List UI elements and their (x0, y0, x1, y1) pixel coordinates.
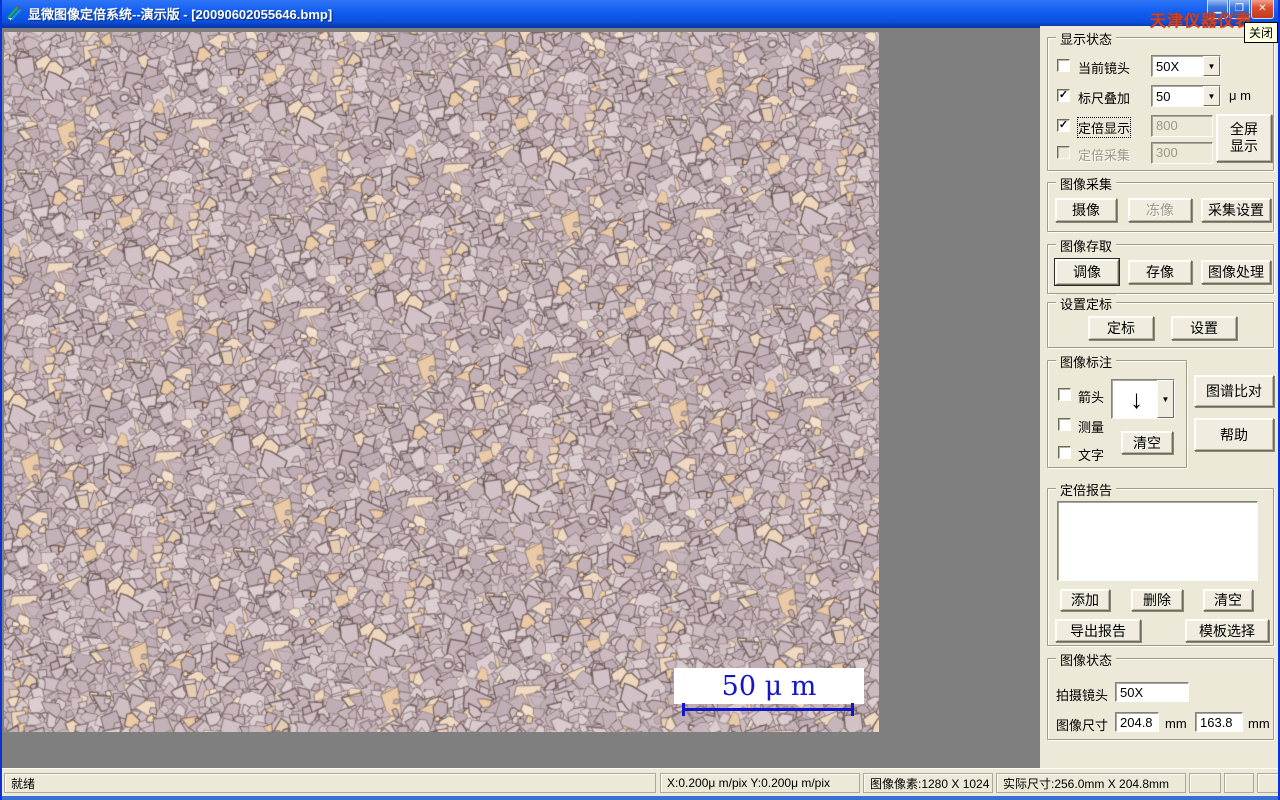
scalebar-tick-right (851, 703, 854, 716)
capture-settings-button[interactable]: 采集设置 (1201, 198, 1271, 222)
status-bar: 就绪 X:0.200μ m/pix Y:0.200μ m/pix 图像像素:12… (2, 768, 1278, 796)
label-current-lens: 当前镜头 (1078, 61, 1131, 76)
freeze-button: 冻像 (1128, 198, 1192, 222)
group-image-status-title: 图像状态 (1056, 650, 1117, 669)
checkbox-arrow[interactable] (1058, 388, 1071, 401)
vendor-watermark: 天津仪器仪表 (1150, 13, 1253, 30)
label-width-unit: mm (1165, 716, 1187, 731)
status-empty-1 (1189, 773, 1221, 793)
status-image-pixels: 图像像素:1280 X 1024 (863, 773, 993, 793)
group-display-status: 显示状态 当前镜头 50X ▼ 标尺叠加 50 ▼ μ m 定倍显示 800 定… (1047, 29, 1274, 171)
group-report: 定倍报告 添加 删除 清空 导出报告 模板选择 (1047, 480, 1274, 646)
label-fixed-capture: 定倍采集 (1078, 148, 1131, 163)
control-panel: 显示状态 当前镜头 50X ▼ 标尺叠加 50 ▼ μ m 定倍显示 800 定… (1040, 26, 1278, 768)
scalebar-label-box: 50 μ m (674, 668, 864, 704)
checkbox-text[interactable] (1058, 446, 1071, 459)
atlas-compare-button[interactable]: 图谱比对 (1194, 375, 1274, 407)
label-fixed-display: 定倍显示 (1076, 117, 1132, 138)
checkbox-fixed-capture (1057, 146, 1070, 159)
export-report-button[interactable]: 导出报告 (1055, 619, 1141, 642)
label-image-size: 图像尺寸 (1056, 718, 1109, 733)
chevron-down-icon[interactable]: ▼ (1203, 56, 1220, 76)
report-delete-button[interactable]: 删除 (1131, 589, 1183, 611)
status-empty-2 (1224, 773, 1254, 793)
group-report-title: 定倍报告 (1056, 480, 1117, 499)
status-scale-xy: X:0.200μ m/pix Y:0.200μ m/pix (660, 773, 860, 793)
title-bar: 显微图像定倍系统--演示版 - [20090602055646.bmp] ▁ ❐… (2, 0, 1278, 26)
report-clear-button[interactable]: 清空 (1203, 589, 1253, 611)
window-title: 显微图像定倍系统--演示版 - [20090602055646.bmp] (28, 6, 333, 22)
scalebar-line (682, 708, 854, 711)
window-bottom-border (2, 796, 1278, 800)
combo-ruler-value[interactable]: 50 ▼ (1151, 85, 1221, 107)
chevron-down-icon[interactable]: ▼ (1157, 380, 1174, 418)
input-image-width: 204.8 (1115, 712, 1159, 732)
group-display-status-title: 显示状态 (1056, 29, 1117, 48)
status-empty-3 (1257, 773, 1278, 793)
input-shoot-lens: 50X (1115, 682, 1189, 702)
checkbox-fixed-display[interactable] (1057, 119, 1070, 132)
group-annotation-title: 图像标注 (1056, 352, 1117, 371)
scalebar-label: 50 μ m (721, 670, 817, 702)
template-select-button[interactable]: 模板选择 (1185, 619, 1269, 642)
combo-current-lens[interactable]: 50X ▼ (1151, 55, 1221, 77)
checkbox-current-lens[interactable] (1057, 59, 1070, 72)
settings-button[interactable]: 设置 (1171, 316, 1237, 340)
status-actual-size: 实际尺寸:256.0mm X 204.8mm (996, 773, 1186, 793)
status-ready: 就绪 (4, 773, 656, 793)
group-image-storage: 图像存取 调像 存像 图像处理 (1047, 236, 1274, 294)
fullscreen-button-line1: 全屏 (1230, 121, 1258, 137)
micrograph-view[interactable]: 50 μ m (4, 32, 879, 732)
combo-current-lens-value: 50X (1156, 58, 1180, 74)
chevron-down-icon[interactable]: ▼ (1203, 86, 1220, 106)
image-client-area: 50 μ m (2, 26, 1040, 768)
checkbox-ruler-overlay[interactable] (1057, 89, 1070, 102)
fullscreen-button-line2: 显示 (1230, 138, 1258, 154)
label-ruler-overlay: 标尺叠加 (1078, 91, 1131, 106)
load-image-button[interactable]: 调像 (1055, 259, 1119, 285)
shoot-button[interactable]: 摄像 (1055, 198, 1117, 222)
report-add-button[interactable]: 添加 (1060, 589, 1110, 611)
label-height-unit: mm (1248, 716, 1270, 731)
micrograph-canvas (4, 32, 879, 732)
group-set-calibration-title: 设置定标 (1056, 294, 1117, 313)
save-image-button[interactable]: 存像 (1128, 260, 1192, 284)
label-text: 文字 (1078, 448, 1105, 463)
annotation-clear-button[interactable]: 清空 (1121, 431, 1173, 454)
combo-ruler-value-text: 50 (1156, 88, 1171, 104)
label-ruler-unit: μ m (1229, 88, 1251, 103)
input-fixed-display: 800 (1151, 115, 1213, 137)
scalebar-tick-left (682, 703, 685, 716)
group-set-calibration: 设置定标 定标 设置 (1047, 294, 1274, 348)
calibrate-button[interactable]: 定标 (1088, 316, 1154, 340)
image-process-button[interactable]: 图像处理 (1201, 260, 1271, 284)
group-image-storage-title: 图像存取 (1056, 236, 1117, 255)
input-image-height: 163.8 (1195, 712, 1243, 732)
group-image-capture-title: 图像采集 (1056, 174, 1117, 193)
label-arrow: 箭头 (1078, 390, 1105, 405)
checkbox-measure[interactable] (1058, 418, 1071, 431)
close-tooltip: 关闭 (1244, 22, 1278, 43)
report-list[interactable] (1057, 501, 1258, 581)
app-icon (7, 5, 22, 20)
label-shoot-lens: 拍摄镜头 (1056, 688, 1109, 703)
group-image-status: 图像状态 拍摄镜头 50X 图像尺寸 204.8 mm 163.8 mm (1047, 650, 1274, 740)
arrow-down-icon: ↓ (1130, 383, 1143, 414)
label-measure: 测量 (1078, 420, 1105, 435)
input-fixed-capture: 300 (1151, 142, 1213, 164)
group-annotation: 图像标注 箭头 测量 文字 ↓ ▼ 清空 (1047, 352, 1187, 468)
fullscreen-button[interactable]: 全屏 显示 (1216, 114, 1272, 162)
help-button[interactable]: 帮助 (1194, 418, 1274, 451)
group-image-capture: 图像采集 摄像 冻像 采集设置 (1047, 174, 1274, 232)
close-button[interactable]: ✕ (1251, 0, 1274, 19)
arrow-style-combo[interactable]: ↓ ▼ (1111, 379, 1175, 419)
app-window: 显微图像定倍系统--演示版 - [20090602055646.bmp] ▁ ❐… (0, 0, 1280, 800)
